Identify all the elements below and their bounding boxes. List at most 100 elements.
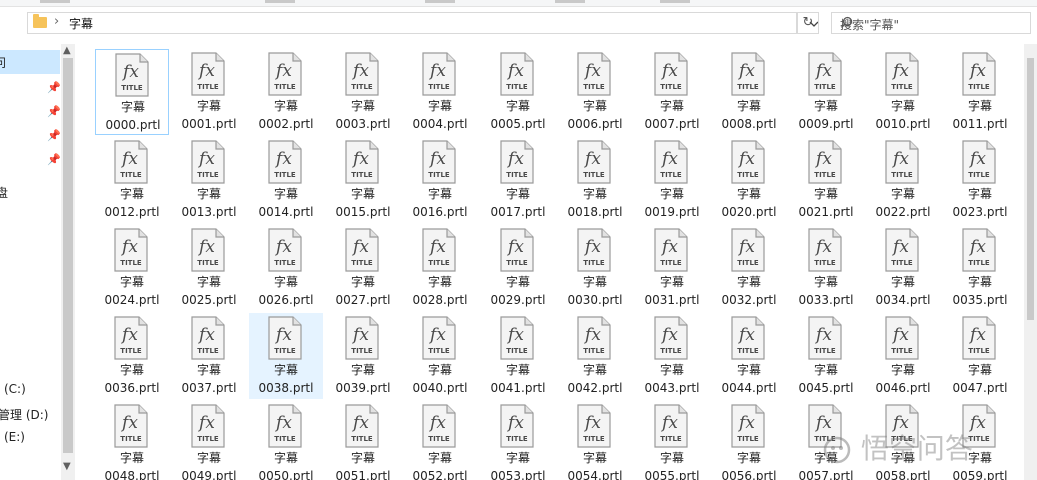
file-name-line2: 0058.prtl: [875, 469, 931, 480]
nav-scrollbar-thumb[interactable]: [63, 58, 73, 453]
file-item[interactable]: fx TITLE 字幕 0051.prtl: [326, 401, 400, 480]
file-item[interactable]: fx TITLE 字幕 0044.prtl: [712, 313, 786, 399]
file-item[interactable]: fx TITLE 字幕 0038.prtl: [249, 313, 323, 399]
file-item[interactable]: fx TITLE 字幕 0000.prtl: [95, 49, 169, 135]
file-item[interactable]: fx TITLE 字幕 0034.prtl: [866, 225, 940, 311]
file-name: 字幕 0055.prtl: [635, 449, 709, 480]
pin-icon[interactable]: 📌: [47, 105, 60, 118]
prtl-file-icon: fx TITLE: [500, 404, 534, 448]
file-item[interactable]: fx TITLE 字幕 0032.prtl: [712, 225, 786, 311]
file-item[interactable]: fx TITLE 字幕 0046.prtl: [866, 313, 940, 399]
file-item[interactable]: fx TITLE 字幕 0014.prtl: [249, 137, 323, 223]
search-box[interactable]: 搜索"字幕": [831, 12, 1031, 34]
file-item[interactable]: fx TITLE 字幕 0030.prtl: [558, 225, 632, 311]
file-item[interactable]: fx TITLE 字幕 0012.prtl: [95, 137, 169, 223]
search-icon[interactable]: [840, 16, 1026, 32]
prtl-file-icon: fx TITLE: [191, 404, 225, 448]
file-item[interactable]: fx TITLE 字幕 0029.prtl: [481, 225, 555, 311]
file-item[interactable]: fx TITLE 字幕 0016.prtl: [403, 137, 477, 223]
file-item[interactable]: fx TITLE 字幕 0003.prtl: [326, 49, 400, 135]
file-name-line2: 0046.prtl: [875, 381, 931, 395]
file-item[interactable]: fx TITLE 字幕 0035.prtl: [943, 225, 1017, 311]
file-item[interactable]: fx TITLE 字幕 0011.prtl: [943, 49, 1017, 135]
nav-item-drive-e[interactable]: (E:): [4, 430, 25, 444]
nav-item-drive-c[interactable]: (C:): [4, 382, 26, 396]
file-item[interactable]: fx TITLE 字幕 0018.prtl: [558, 137, 632, 223]
file-item[interactable]: fx TITLE 字幕 0039.prtl: [326, 313, 400, 399]
file-item[interactable]: fx TITLE 字幕 0045.prtl: [789, 313, 863, 399]
prtl-file-icon: fx TITLE: [808, 228, 842, 272]
file-item[interactable]: fx TITLE 字幕 0026.prtl: [249, 225, 323, 311]
nav-item-quick-access[interactable]: 问: [0, 50, 60, 74]
pin-icon[interactable]: 📌: [47, 129, 60, 142]
file-item[interactable]: fx TITLE 字幕 0055.prtl: [635, 401, 709, 480]
file-item[interactable]: fx TITLE 字幕 0023.prtl: [943, 137, 1017, 223]
icon-glyph: fx: [351, 325, 369, 345]
file-item[interactable]: fx TITLE 字幕 0024.prtl: [95, 225, 169, 311]
file-item[interactable]: fx TITLE 字幕 0037.prtl: [172, 313, 246, 399]
file-item[interactable]: fx TITLE 字幕 0009.prtl: [789, 49, 863, 135]
ribbon-tab[interactable]: [555, 0, 585, 3]
icon-caption: TITLE: [968, 347, 990, 355]
file-item[interactable]: fx TITLE 字幕 0019.prtl: [635, 137, 709, 223]
file-item[interactable]: fx TITLE 字幕 0008.prtl: [712, 49, 786, 135]
file-item[interactable]: fx TITLE 字幕 0022.prtl: [866, 137, 940, 223]
file-name-line2: 0055.prtl: [644, 469, 700, 480]
file-item[interactable]: fx TITLE 字幕 0050.prtl: [249, 401, 323, 480]
file-item[interactable]: fx TITLE 字幕 0052.prtl: [403, 401, 477, 480]
nav-item-drive-d[interactable]: 管理 (D:): [0, 406, 48, 423]
nav-scrollbar[interactable]: ▲ ▼: [61, 44, 75, 480]
ribbon-tab[interactable]: [425, 0, 455, 3]
file-item[interactable]: fx TITLE 字幕 0004.prtl: [403, 49, 477, 135]
prtl-file-icon: fx TITLE: [808, 52, 842, 96]
ribbon-tab[interactable]: [660, 0, 690, 3]
pin-icon[interactable]: 📌: [47, 153, 60, 166]
file-item[interactable]: fx TITLE 字幕 0013.prtl: [172, 137, 246, 223]
file-item[interactable]: fx TITLE 字幕 0015.prtl: [326, 137, 400, 223]
content-scrollbar-thumb[interactable]: [1027, 58, 1034, 320]
pin-icon[interactable]: 📌: [47, 81, 60, 94]
icon-caption: TITLE: [968, 83, 990, 91]
file-item[interactable]: fx TITLE 字幕 0001.prtl: [172, 49, 246, 135]
file-item[interactable]: fx TITLE 字幕 0021.prtl: [789, 137, 863, 223]
icon-caption: TITLE: [583, 83, 605, 91]
file-item[interactable]: fx TITLE 字幕 0043.prtl: [635, 313, 709, 399]
file-name-line2: 0008.prtl: [721, 117, 777, 131]
file-item[interactable]: fx TITLE 字幕 0027.prtl: [326, 225, 400, 311]
file-item[interactable]: fx TITLE 字幕 0049.prtl: [172, 401, 246, 480]
scroll-up-icon[interactable]: ▲: [63, 45, 71, 56]
file-item[interactable]: fx TITLE 字幕 0053.prtl: [481, 401, 555, 480]
nav-item-drive-cloud[interactable]: 盘: [0, 184, 8, 201]
content-scrollbar[interactable]: [1024, 44, 1037, 480]
file-item[interactable]: fx TITLE 字幕 0007.prtl: [635, 49, 709, 135]
breadcrumb-current-folder[interactable]: 字幕: [69, 15, 93, 32]
file-item[interactable]: fx TITLE 字幕 0048.prtl: [95, 401, 169, 480]
file-item[interactable]: fx TITLE 字幕 0020.prtl: [712, 137, 786, 223]
file-item[interactable]: fx TITLE 字幕 0040.prtl: [403, 313, 477, 399]
ribbon-tab[interactable]: [265, 0, 295, 3]
refresh-button[interactable]: ↻: [797, 12, 819, 34]
file-item[interactable]: fx TITLE 字幕 0054.prtl: [558, 401, 632, 480]
ribbon-tab[interactable]: [40, 0, 70, 3]
file-item[interactable]: fx TITLE 字幕 0041.prtl: [481, 313, 555, 399]
address-field[interactable]: › 字幕: [27, 12, 819, 34]
file-item[interactable]: fx TITLE 字幕 0006.prtl: [558, 49, 632, 135]
prtl-file-icon: fx TITLE: [731, 404, 765, 448]
icon-glyph: fx: [197, 61, 215, 81]
chevron-right-icon[interactable]: ›: [54, 14, 59, 29]
file-item[interactable]: fx TITLE 字幕 0033.prtl: [789, 225, 863, 311]
file-item[interactable]: fx TITLE 字幕 0031.prtl: [635, 225, 709, 311]
file-item[interactable]: fx TITLE 字幕 0036.prtl: [95, 313, 169, 399]
file-item[interactable]: fx TITLE 字幕 0002.prtl: [249, 49, 323, 135]
file-item[interactable]: fx TITLE 字幕 0017.prtl: [481, 137, 555, 223]
file-item[interactable]: fx TITLE 字幕 0042.prtl: [558, 313, 632, 399]
file-item[interactable]: fx TITLE 字幕 0005.prtl: [481, 49, 555, 135]
icon-glyph: fx: [891, 149, 909, 169]
icon-caption: TITLE: [506, 259, 528, 267]
scroll-down-icon[interactable]: ▼: [63, 461, 71, 472]
file-item[interactable]: fx TITLE 字幕 0047.prtl: [943, 313, 1017, 399]
file-item[interactable]: fx TITLE 字幕 0025.prtl: [172, 225, 246, 311]
file-item[interactable]: fx TITLE 字幕 0028.prtl: [403, 225, 477, 311]
file-item[interactable]: fx TITLE 字幕 0056.prtl: [712, 401, 786, 480]
file-item[interactable]: fx TITLE 字幕 0010.prtl: [866, 49, 940, 135]
